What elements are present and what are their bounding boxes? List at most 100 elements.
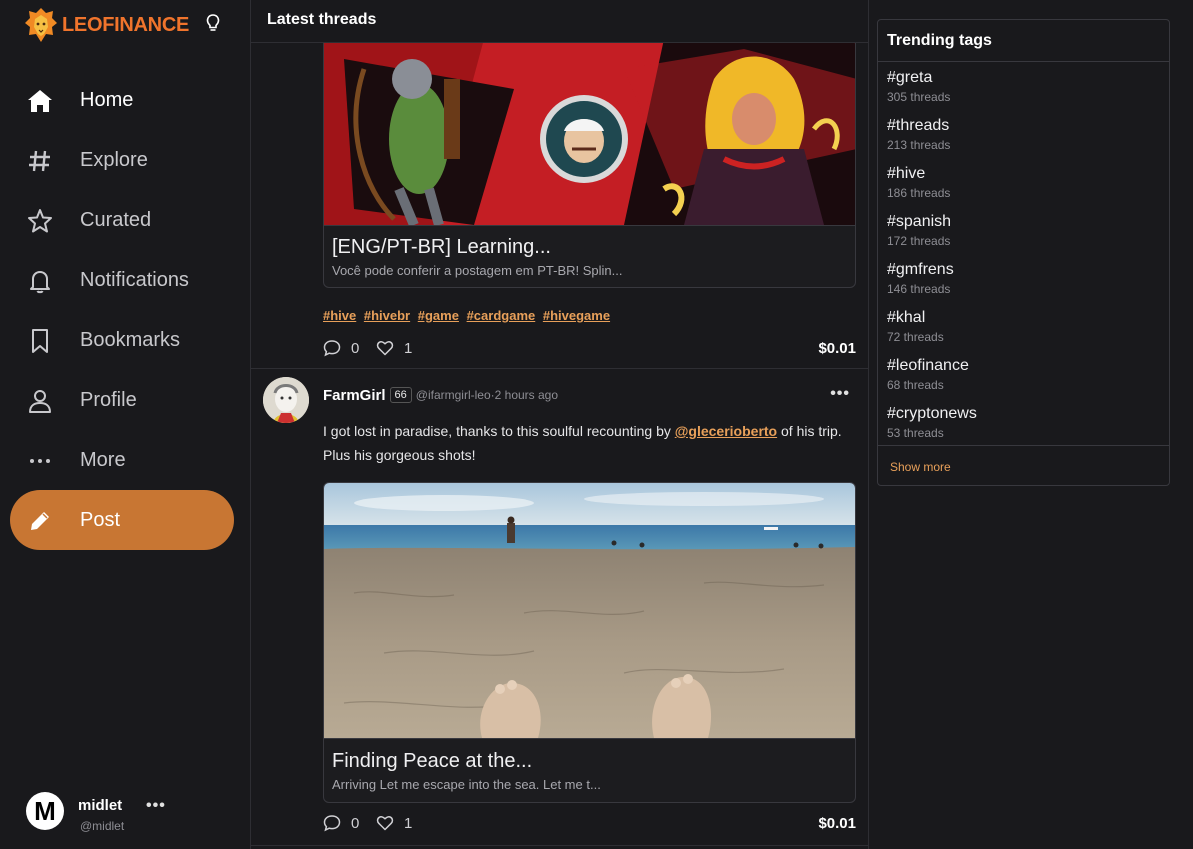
star-icon — [28, 209, 52, 233]
user-icon — [29, 390, 51, 413]
panel-title: Trending tags — [887, 32, 992, 49]
comment-count: 0 — [351, 339, 360, 357]
user-name: midlet — [78, 797, 123, 814]
author-avatar[interactable] — [263, 377, 309, 423]
nav-label: Home — [80, 88, 134, 111]
comment-button[interactable]: 0 — [323, 339, 359, 357]
more-options-icon[interactable]: ••• — [146, 797, 166, 815]
trending-tags-panel: Trending tags #greta 305 threads #thread… — [877, 19, 1170, 486]
payout-amount[interactable]: $0.01 — [818, 340, 856, 357]
comment-button[interactable]: 0 — [323, 814, 359, 832]
home-icon — [28, 90, 52, 112]
brand-logo-link[interactable]: LEOFINANCE — [24, 5, 189, 45]
nav-label: Explore — [80, 148, 148, 171]
tag-count: 72 threads — [887, 330, 944, 344]
thread-divider — [251, 368, 868, 369]
account-switcher[interactable]: M midlet @midlet ••• — [26, 792, 236, 834]
thread-header: FarmGirl 66 @ifarmgirl-leo ·2 hours ago … — [323, 385, 856, 405]
panel-divider — [878, 445, 1169, 446]
more-options-icon[interactable]: ••• — [830, 385, 850, 403]
trending-tag-item[interactable]: #gmfrens 146 threads — [887, 261, 1157, 305]
brand-name: LEOFINANCE — [62, 13, 190, 36]
feed-header: Latest threads — [251, 0, 868, 43]
nav-item-bookmarks[interactable]: Bookmarks — [10, 310, 240, 370]
tag-name: #spanish — [887, 213, 952, 230]
trending-tag-item[interactable]: #threads 213 threads — [887, 117, 1157, 161]
thread-actions: 0 1 $0.01 — [323, 814, 856, 834]
tag-name: #gmfrens — [887, 261, 954, 278]
nav-item-curated[interactable]: Curated — [10, 190, 240, 250]
tag-link[interactable]: #hivegame — [543, 308, 610, 323]
like-count: 1 — [404, 339, 413, 357]
tag-count: 186 threads — [887, 186, 951, 200]
heart-icon — [376, 341, 394, 356]
tag-link[interactable]: #hivebr — [364, 308, 410, 323]
lion-logo-icon — [25, 8, 57, 42]
tag-link[interactable]: #cardgame — [467, 308, 536, 323]
post-timestamp: ·2 hours ago — [490, 388, 559, 402]
app-root: LEOFINANCE Home Explore Curated Notifica… — [0, 0, 1193, 849]
tag-count: 213 threads — [887, 138, 951, 152]
author-handle[interactable]: @ifarmgirl-leo — [416, 388, 491, 402]
trending-tag-item[interactable]: #cryptonews 53 threads — [887, 405, 1157, 449]
thread-tags: #hive #hivebr #game #cardgame #hivegame — [323, 308, 614, 323]
tag-link[interactable]: #hive — [323, 308, 356, 323]
tag-name: #leofinance — [887, 357, 969, 374]
thread-divider — [251, 845, 868, 846]
link-preview-card[interactable]: Finding Peace at the... Arriving Let me … — [323, 482, 856, 803]
thread-body: I got lost in paradise, thanks to this s… — [323, 419, 856, 467]
nav-label: Profile — [80, 388, 137, 411]
post-button[interactable]: Post — [10, 490, 234, 550]
panel-divider — [878, 61, 1169, 62]
user-mention[interactable]: @glecerioberto — [675, 423, 777, 439]
nav-label: Bookmarks — [80, 328, 181, 351]
trending-tag-item[interactable]: #khal 72 threads — [887, 309, 1157, 353]
nav-item-profile[interactable]: Profile — [10, 370, 240, 430]
card-description: Você pode conferir a postagem em PT-BR! … — [332, 263, 623, 278]
link-preview-card[interactable]: [ENG/PT-BR] Learning... Você pode confer… — [323, 38, 856, 288]
tag-link[interactable]: #game — [418, 308, 459, 323]
nav-item-explore[interactable]: Explore — [10, 130, 240, 190]
thread-actions: 0 1 $0.01 — [323, 339, 856, 359]
reputation-badge: 66 — [389, 387, 412, 403]
pencil-icon — [31, 512, 49, 530]
card-title: [ENG/PT-BR] Learning... — [332, 236, 551, 258]
user-handle: @midlet — [80, 819, 125, 833]
tag-name: #threads — [887, 117, 950, 134]
tag-count: 68 threads — [887, 378, 944, 392]
main-nav: Home Explore Curated Notifications Bookm… — [10, 70, 240, 550]
hash-icon — [29, 150, 50, 172]
lightbulb-icon[interactable] — [204, 13, 222, 33]
tag-name: #hive — [887, 165, 926, 182]
tag-count: 305 threads — [887, 90, 951, 104]
author-name[interactable]: FarmGirl — [323, 387, 386, 404]
card-description: Arriving Let me escape into the sea. Let… — [332, 777, 601, 792]
trending-tag-item[interactable]: #greta 305 threads — [887, 69, 1157, 113]
trending-tag-item[interactable]: #spanish 172 threads — [887, 213, 1157, 257]
nav-item-notifications[interactable]: Notifications — [10, 250, 240, 310]
nav-label: Curated — [80, 208, 152, 231]
avatar-initial: M — [34, 795, 56, 826]
like-button[interactable]: 1 — [376, 339, 412, 357]
like-button[interactable]: 1 — [376, 814, 412, 832]
trending-tag-item[interactable]: #hive 186 threads — [887, 165, 1157, 209]
avatar-image — [263, 377, 309, 423]
tag-name: #khal — [887, 309, 926, 326]
nav-label: More — [80, 448, 126, 471]
nav-item-home[interactable]: Home — [10, 70, 240, 130]
trending-tag-item[interactable]: #leofinance 68 threads — [887, 357, 1157, 401]
nav-label: Notifications — [80, 268, 189, 291]
heart-icon — [376, 816, 394, 831]
bookmark-icon — [32, 329, 48, 353]
nav-item-more[interactable]: More — [10, 430, 240, 490]
emblem — [540, 95, 628, 183]
tag-name: #greta — [887, 69, 933, 86]
avatar: M — [26, 792, 64, 830]
payout-amount[interactable]: $0.01 — [818, 815, 856, 832]
tag-count: 53 threads — [887, 426, 944, 440]
nav-label: Post — [80, 508, 121, 531]
show-more-link[interactable]: Show more — [890, 460, 951, 474]
body-text: I got lost in paradise, thanks to this s… — [323, 423, 675, 439]
comment-count: 0 — [351, 814, 360, 832]
like-count: 1 — [404, 814, 413, 832]
